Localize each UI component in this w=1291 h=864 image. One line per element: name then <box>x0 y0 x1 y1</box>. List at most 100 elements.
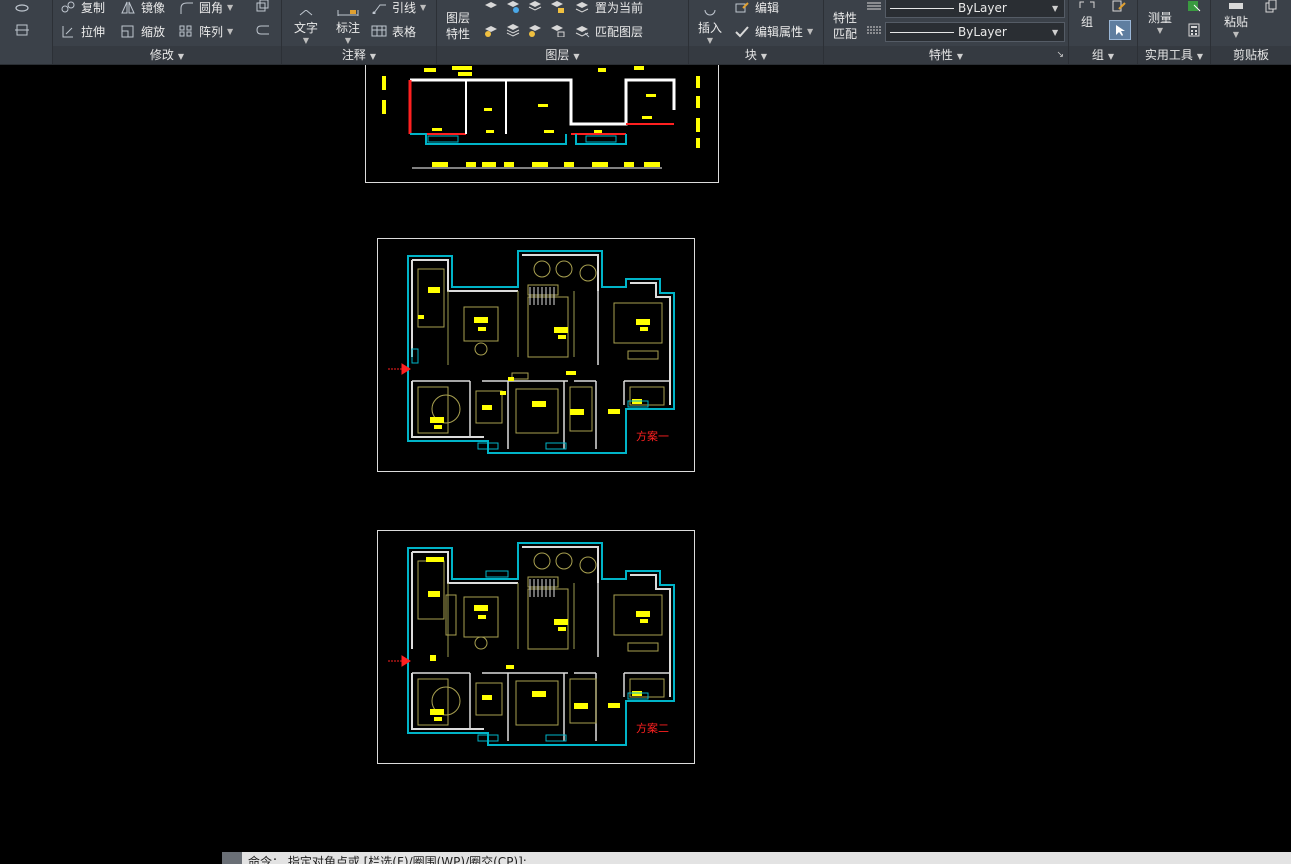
table-label: 表格 <box>392 24 417 39</box>
lineweight-icon <box>864 21 884 39</box>
match-layer-icon <box>573 23 591 39</box>
chevron-down-icon: ▼ <box>573 52 580 61</box>
match-layer-label: 匹配图层 <box>595 24 644 39</box>
group-icon <box>1079 1 1095 8</box>
dialog-launcher-icon[interactable]: ↘ <box>1056 46 1064 64</box>
floor-plan-scheme-one-drawing: 方案一 <box>388 250 675 454</box>
panel-title-groups[interactable]: 组 ▼ <box>1069 46 1137 64</box>
panel-title-clipboard[interactable]: 剪贴板 <box>1211 46 1291 64</box>
measure-button[interactable]: 测量 ▼ <box>1142 10 1178 36</box>
paste-button[interactable]: 粘贴 ▼ <box>1219 0 1253 40</box>
lineweight-select[interactable]: ByLayer ▼ <box>885 22 1065 42</box>
edit-attributes-label: 编辑属性 <box>755 24 804 39</box>
copy-icon <box>59 0 77 15</box>
chevron-down-icon: ▼ <box>1196 52 1204 61</box>
fillet-dropdown-icon[interactable]: ▼ <box>227 3 233 12</box>
panel-utilities: 测量 ▼ 实用工具 ▼ <box>1138 0 1211 64</box>
match-properties-button[interactable]: 特性 匹配 <box>828 10 862 42</box>
layer-properties-label-2: 特性 <box>445 27 470 41</box>
insert-icon <box>704 4 716 16</box>
chevron-down-icon: ▼ <box>1052 3 1059 13</box>
chevron-down-icon: ▼ <box>956 52 964 61</box>
panel-clipboard: 粘贴 ▼ 剪贴板 <box>1211 0 1291 64</box>
layer-off-icon[interactable] <box>481 21 501 39</box>
panel-title-block[interactable]: 块 ▼ <box>689 46 823 64</box>
dimension-dropdown-icon[interactable]: ▼ <box>330 36 366 46</box>
dimension-button[interactable]: 标注 ▼ <box>330 4 366 46</box>
text-button[interactable]: 文字 ▼ <box>290 4 322 46</box>
group-label: 组 <box>1080 15 1093 29</box>
group-button[interactable]: 组 <box>1075 0 1099 30</box>
quick-select-icon[interactable] <box>1184 0 1204 15</box>
layer-lock-icon[interactable] <box>547 0 567 15</box>
copy-button[interactable]: 复制 <box>59 0 105 17</box>
match-properties-label-2: 匹配 <box>832 27 857 41</box>
panel-title-annotation[interactable]: 注释 ▼ <box>282 46 436 64</box>
mirror-label: 镜像 <box>141 0 166 15</box>
linetype-select[interactable]: ByLayer ▼ <box>885 0 1065 18</box>
chevron-down-icon: ▼ <box>177 52 185 61</box>
layer-properties-button[interactable]: 图层 特性 <box>441 10 475 42</box>
fillet-button[interactable]: 圆角 ▼ <box>177 0 233 17</box>
group-edit-icon[interactable] <box>1109 0 1129 15</box>
paste-label: 粘贴 <box>1223 15 1248 29</box>
rotate-icon[interactable] <box>12 0 32 16</box>
panel-draw-partial <box>0 0 53 64</box>
panel-groups: 组 组 ▼ <box>1069 0 1138 64</box>
layer-on-icon[interactable] <box>481 0 501 15</box>
scale-icon <box>119 23 137 39</box>
measure-dropdown-icon[interactable]: ▼ <box>1142 26 1178 36</box>
block-edit-button[interactable]: 编辑 <box>733 0 779 17</box>
command-line[interactable]: 命令： 指定对角点或 [栏选(F)/圈围(WP)/圈交(CP)]: <box>222 852 1291 864</box>
drawing-canvas[interactable]: 方案一 方案二 <box>0 65 1291 855</box>
panel-modify: 复制 镜像 圆角 ▼ 拉伸 缩放 阵列 ▼ 修改 ▼ <box>53 0 282 64</box>
layer-unlock-icon[interactable] <box>547 21 567 39</box>
edit-attributes-dropdown-icon[interactable]: ▼ <box>807 27 813 36</box>
panel-title-layers[interactable]: 图层 ▼ <box>437 46 688 64</box>
copy-clip-icon[interactable] <box>1261 0 1281 15</box>
floor-plan-sheet-scheme-two[interactable]: 方案二 <box>377 530 695 764</box>
layer-properties-label-1: 图层 <box>445 11 470 25</box>
stretch-button[interactable]: 拉伸 <box>59 21 105 41</box>
set-current-button[interactable]: 置为当前 <box>573 0 643 17</box>
array-dropdown-icon[interactable]: ▼ <box>227 27 233 36</box>
scale-button[interactable]: 缩放 <box>119 21 165 41</box>
chevron-down-icon: ▼ <box>1052 27 1059 37</box>
group-select-icon[interactable] <box>1109 20 1131 40</box>
mirror-button[interactable]: 镜像 <box>119 0 165 17</box>
leader-dropdown-icon[interactable]: ▼ <box>420 3 426 12</box>
text-dropdown-icon[interactable]: ▼ <box>290 36 322 46</box>
insert-dropdown-icon[interactable]: ▼ <box>693 36 727 46</box>
stretch-icon <box>59 23 77 39</box>
leader-label: 引线 <box>392 0 417 15</box>
curve-icon[interactable] <box>253 21 273 39</box>
trim-icon[interactable] <box>12 21 32 39</box>
command-line-grip-icon[interactable] <box>222 852 242 864</box>
leader-button[interactable]: 引线 ▼ <box>370 0 426 17</box>
array-icon <box>177 23 195 39</box>
chevron-down-icon: ▼ <box>1107 52 1115 61</box>
panel-title-modify[interactable]: 修改 ▼ <box>53 46 281 64</box>
layer-walk-icon[interactable] <box>503 21 523 39</box>
layer-freeze-icon[interactable] <box>525 0 545 15</box>
array-button[interactable]: 阵列 ▼ <box>177 21 233 41</box>
offset-icon[interactable] <box>253 0 273 15</box>
scale-label: 缩放 <box>141 24 166 39</box>
paste-dropdown-icon[interactable]: ▼ <box>1219 30 1253 40</box>
panel-title-utilities[interactable]: 实用工具 ▼ <box>1138 46 1210 64</box>
stretch-label: 拉伸 <box>81 24 106 39</box>
edit-attributes-button[interactable]: 编辑属性 ▼ <box>733 21 813 41</box>
calculator-icon[interactable] <box>1184 21 1204 39</box>
layer-thaw-icon[interactable] <box>525 21 545 39</box>
match-layer-button[interactable]: 匹配图层 <box>573 21 643 41</box>
insert-label: 插入 <box>697 21 722 35</box>
floor-plan-sheet-top[interactable] <box>365 65 719 183</box>
panel-title-properties[interactable]: 特性 ▼ ↘ <box>824 46 1068 64</box>
insert-button[interactable]: 插入 ▼ <box>693 4 727 46</box>
layer-isolate-icon[interactable] <box>503 0 523 15</box>
floor-plan-sheet-scheme-one[interactable]: 方案一 <box>377 238 695 472</box>
table-button[interactable]: 表格 <box>370 21 416 41</box>
scheme-one-label: 方案一 <box>636 429 669 443</box>
fillet-icon <box>177 0 195 15</box>
edit-attributes-icon <box>733 23 751 39</box>
